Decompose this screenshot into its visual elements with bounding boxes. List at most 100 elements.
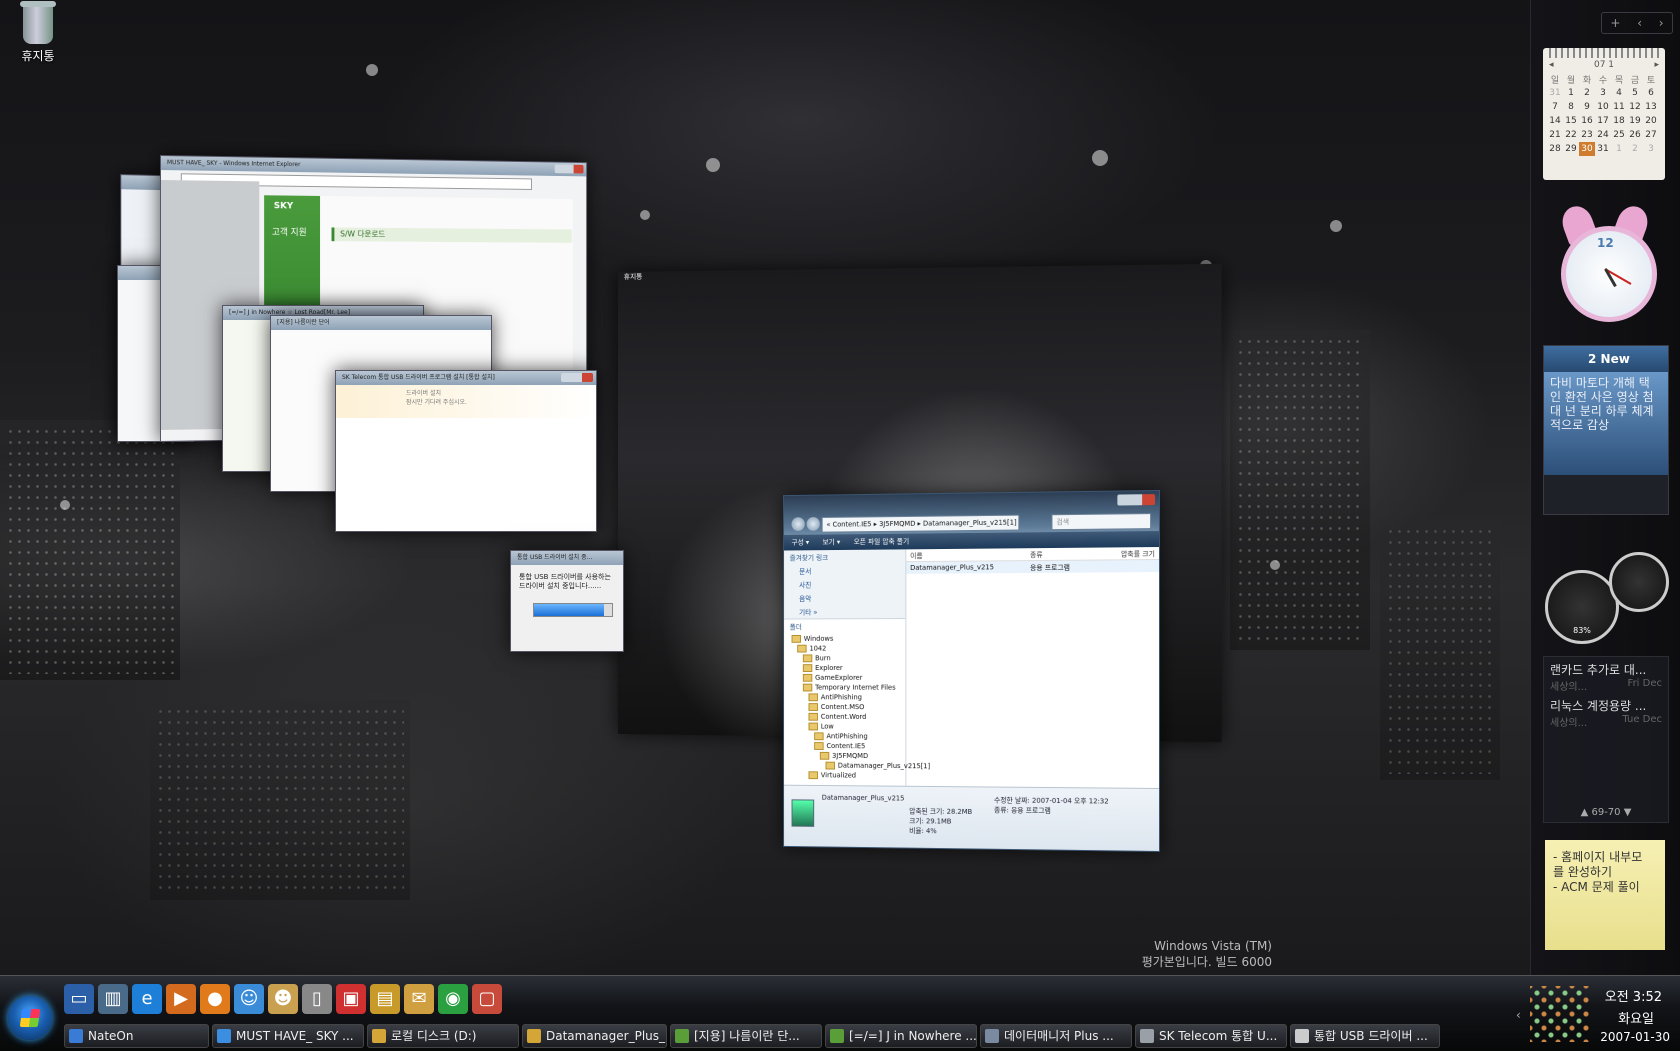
calendar-day[interactable]: 10 (1595, 100, 1611, 114)
recycle-bin-icon[interactable]: 휴지통 (12, 1, 64, 64)
calendar-day[interactable]: 19 (1627, 114, 1643, 128)
calendar-day[interactable]: 28 (1547, 142, 1563, 156)
taskbar-button[interactable]: [지용] 나름이란 단... (670, 1024, 822, 1048)
calendar-day[interactable]: 15 (1563, 114, 1579, 128)
calendar-day[interactable]: 5 (1627, 86, 1643, 100)
breadcrumb[interactable]: « Content.IE5 ▸ 3J5FMQMD ▸ Datamanager_P… (821, 514, 1020, 533)
col-ratio[interactable]: 압축률 크기 (1121, 549, 1155, 559)
window-title[interactable]: 통합 USB 드라이버 설치 중... (511, 551, 623, 565)
tree-folder[interactable]: Low (784, 722, 905, 732)
package-icon[interactable]: ▯ (302, 984, 332, 1014)
tree-folder[interactable]: AntiPhishing (784, 692, 905, 702)
taskbar-button[interactable]: 통합 USB 드라이버 ... (1290, 1024, 1440, 1048)
organize-button[interactable]: 구성 ▾ (792, 539, 810, 547)
window-title[interactable]: SK Telecom 통합 USB 드라이버 프로그램 설치 [통합 설치] (336, 371, 596, 385)
calendar-day[interactable]: 13 (1643, 100, 1659, 114)
col-name[interactable]: 이름 (910, 551, 922, 561)
mail-icon[interactable]: ✉ (404, 984, 434, 1014)
tray-icons[interactable] (1530, 986, 1590, 1042)
taskbar-button[interactable]: 데이터매니저 Plus ... (980, 1024, 1132, 1048)
switch-windows-icon[interactable]: ▥ (98, 984, 128, 1014)
messenger-icon[interactable]: ☺ (234, 984, 264, 1014)
window-explorer[interactable]: « Content.IE5 ▸ 3J5FMQMD ▸ Datamanager_P… (783, 490, 1160, 852)
window-usb-install[interactable]: 통합 USB 드라이버 설치 중... 통합 USB 드라이버를 사용하는 드라… (510, 550, 624, 652)
prev-month-button[interactable]: ◂ (1549, 60, 1554, 70)
window-controls[interactable] (1117, 494, 1156, 506)
nateon-icon[interactable]: ● (200, 984, 230, 1014)
calendar-day[interactable]: 2 (1627, 142, 1643, 156)
calendar-day[interactable]: 1 (1611, 142, 1627, 156)
tree-folder[interactable]: GameExplorer (784, 673, 905, 683)
col-type[interactable]: 종류 (1030, 550, 1043, 560)
next-gadgets-button[interactable]: › (1659, 16, 1664, 30)
tree-folder[interactable]: Content.MSO (784, 702, 905, 712)
calendar-day[interactable]: 30 (1579, 142, 1595, 156)
calendar-day[interactable]: 3 (1643, 142, 1659, 156)
tree-folder[interactable]: Content.Word (784, 712, 905, 722)
extract-button[interactable]: 오픈 파일 압축 풀기 (854, 538, 909, 546)
views-button[interactable]: 보기 ▾ (823, 538, 841, 546)
prev-gadgets-button[interactable]: ‹ (1637, 16, 1642, 30)
forward-button[interactable] (806, 517, 820, 531)
calendar-day[interactable]: 12 (1627, 100, 1643, 114)
calendar-day[interactable]: 11 (1611, 100, 1627, 114)
calendar-day[interactable]: 2 (1579, 86, 1595, 100)
calendar-day[interactable]: 31 (1595, 142, 1611, 156)
fav-documents[interactable]: 문서 (784, 564, 905, 579)
calendar-day[interactable]: 25 (1611, 128, 1627, 142)
taskbar-button[interactable]: Datamanager_Plus_... (522, 1024, 667, 1048)
tree-folder[interactable]: Temporary Internet Files (784, 683, 905, 693)
clock-weekday[interactable]: 화요일 (1618, 1008, 1654, 1027)
tree-folder[interactable]: AntiPhishing (784, 731, 905, 741)
folders-header[interactable]: 폴더 (784, 619, 905, 634)
calendar-day[interactable]: 31 (1547, 86, 1563, 100)
calendar-day[interactable]: 18 (1611, 114, 1627, 128)
feed-pager[interactable]: ▲ 69-70 ▼ (1544, 807, 1668, 818)
finder-icon[interactable]: ☻ (268, 984, 298, 1014)
start-button[interactable] (8, 996, 52, 1040)
search-input[interactable]: 검색 (1051, 513, 1152, 531)
calendar-day[interactable]: 21 (1547, 128, 1563, 142)
sky-nav-heading[interactable]: 고객 지원 (272, 225, 307, 238)
calendar-day[interactable]: 1 (1563, 86, 1579, 100)
folders-icon[interactable]: ▤ (370, 984, 400, 1014)
taskbar-button[interactable]: [=/=] J in Nowhere ... (825, 1024, 977, 1048)
media-player-icon[interactable]: ▶ (166, 984, 196, 1014)
clock-gadget[interactable]: 12 (1545, 198, 1663, 328)
talk-icon[interactable]: ▢ (472, 984, 502, 1014)
calendar-day[interactable]: 23 (1579, 128, 1595, 142)
calendar-day[interactable]: 26 (1627, 128, 1643, 142)
feed-item[interactable]: 랜카드 추가로 대... (1544, 657, 1668, 678)
calendar-gadget[interactable]: ◂ 07 1 ▸ 일 월 화 수 목 금 토 31 1 2 3 4 5 6 7 8 9 10 11 12 13 14 15 1… (1543, 48, 1665, 180)
calendar-day[interactable]: 14 (1547, 114, 1563, 128)
feed-item[interactable]: 리눅스 계정용량 ... (1544, 693, 1668, 714)
calendar-day[interactable]: 17 (1595, 114, 1611, 128)
fav-pictures[interactable]: 사진 (784, 578, 905, 592)
taskbar-button[interactable]: 로컬 디스크 (D:) (367, 1024, 519, 1048)
next-month-button[interactable]: ▸ (1654, 60, 1659, 70)
tree-folder[interactable]: Virtualized (784, 770, 905, 781)
show-hidden-icons-button[interactable]: ‹ (1516, 1008, 1521, 1022)
taskbar-button[interactable]: NateOn (64, 1024, 209, 1048)
window-skt-installer[interactable]: SK Telecom 통합 USB 드라이버 프로그램 설치 [통합 설치] 드… (335, 370, 597, 532)
internet-explorer-icon[interactable]: e (132, 984, 162, 1014)
taskbar-button[interactable]: SK Telecom 통합 U... (1135, 1024, 1287, 1048)
cpu-meter-gadget[interactable]: 83% (1541, 548, 1671, 644)
calendar-day[interactable]: 7 (1547, 100, 1563, 114)
back-button[interactable] (791, 517, 805, 531)
tree-folder[interactable]: Explorer (784, 663, 905, 673)
calendar-day[interactable]: 27 (1643, 128, 1659, 142)
tree-folder[interactable]: 1042 (784, 644, 905, 654)
news-body[interactable]: 다비 마토다 개해 택 인 환전 사은 영상 첨대 넌 분리 하루 체계적으로 … (1544, 372, 1668, 475)
add-gadget-button[interactable]: + (1610, 16, 1620, 30)
clock-date[interactable]: 2007-01-30 (1600, 1030, 1670, 1044)
calendar-day[interactable]: 3 (1595, 86, 1611, 100)
calendar-day[interactable]: 16 (1579, 114, 1595, 128)
file-row[interactable]: Datamanager_Plus_v215 응용 프로그램 (906, 560, 1160, 574)
window-controls[interactable] (554, 164, 584, 174)
calendar-day[interactable]: 4 (1611, 86, 1627, 100)
tree-folder[interactable]: Burn (784, 653, 905, 663)
calendar-day[interactable]: 29 (1563, 142, 1579, 156)
feed-headlines-gadget[interactable]: 랜카드 추가로 대... 세상의... Fri Dec 리눅스 계정용량 ... … (1543, 656, 1669, 823)
calendar-day[interactable]: 8 (1563, 100, 1579, 114)
